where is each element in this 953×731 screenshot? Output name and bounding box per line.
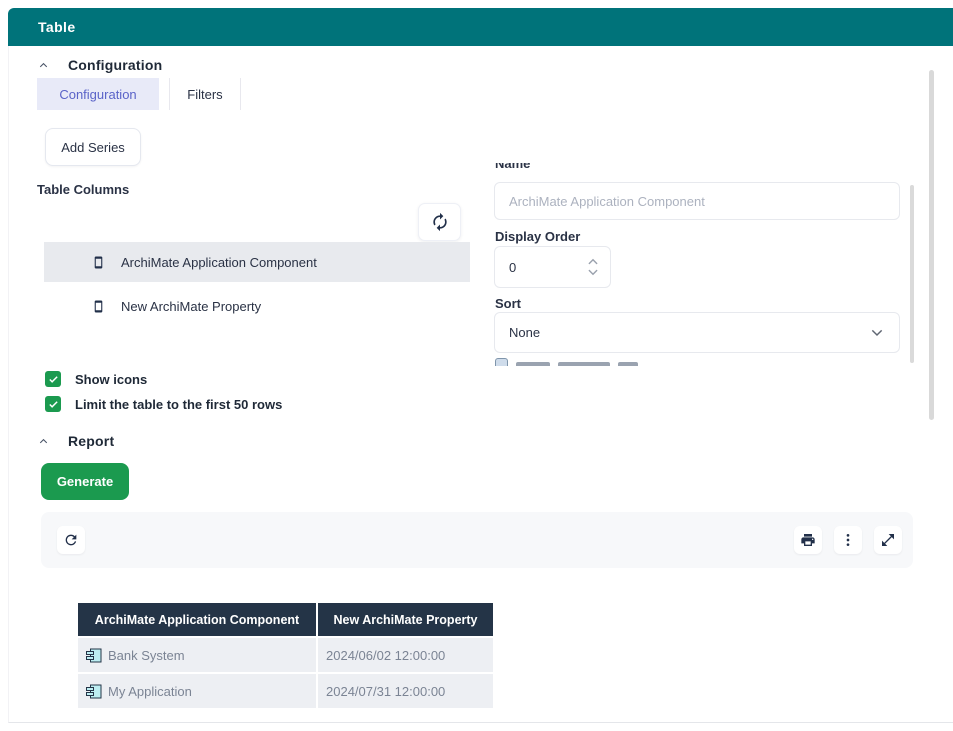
- sort-selected-value: None: [509, 325, 869, 340]
- add-series-label: Add Series: [61, 140, 125, 155]
- checkbox-checked-icon[interactable]: [45, 396, 61, 412]
- chevron-up-icon: [37, 435, 50, 448]
- column-icon: [92, 256, 105, 269]
- archimate-component-icon: [86, 648, 102, 663]
- stepper-buttons[interactable]: [586, 257, 610, 277]
- sort-label: Sort: [495, 296, 521, 311]
- table-widget-window: Table Configuration Configuration Filter…: [0, 0, 953, 731]
- window-title: Table: [38, 19, 76, 35]
- cell-property-value: 2024/07/31 12:00:00: [326, 684, 445, 699]
- report-section-header[interactable]: Report: [37, 433, 114, 449]
- chevron-up-icon: [37, 59, 50, 72]
- results-header-component[interactable]: ArchiMate Application Component: [78, 603, 316, 636]
- results-header-property[interactable]: New ArchiMate Property: [318, 603, 493, 636]
- column-list-item-label: ArchiMate Application Component: [121, 255, 317, 270]
- more-options-button[interactable]: [834, 526, 862, 554]
- sort-select[interactable]: None: [494, 312, 900, 353]
- column-list-item[interactable]: New ArchiMate Property: [44, 286, 470, 326]
- configuration-section-header[interactable]: Configuration: [37, 57, 162, 73]
- expand-icon: [880, 532, 896, 548]
- chevron-down-icon: [869, 328, 885, 338]
- page-scrollbar[interactable]: [929, 70, 934, 420]
- show-icons-label: Show icons: [75, 372, 147, 387]
- cell-component-name: Bank System: [108, 648, 185, 663]
- column-settings-panel: Name Display Order 0 Sort None: [494, 163, 902, 366]
- name-label: Name: [495, 163, 530, 171]
- configuration-section-title: Configuration: [68, 57, 162, 73]
- display-order-stepper[interactable]: 0: [494, 246, 611, 288]
- limit-rows-label: Limit the table to the first 50 rows: [75, 397, 282, 412]
- chevron-down-icon[interactable]: [586, 268, 600, 277]
- refresh-icon: [63, 532, 79, 548]
- tab-filters-label: Filters: [187, 87, 222, 102]
- sync-columns-button[interactable]: [418, 203, 461, 241]
- table-row[interactable]: Bank System 2024/06/02 12:00:00: [78, 638, 493, 672]
- print-button[interactable]: [794, 526, 822, 554]
- cell-component-name: My Application: [108, 684, 192, 699]
- table-row[interactable]: My Application 2024/07/31 12:00:00: [78, 674, 493, 708]
- results-header-row: ArchiMate Application Component New Arch…: [78, 603, 493, 636]
- report-toolbar: [41, 512, 913, 568]
- refresh-button[interactable]: [57, 526, 85, 554]
- kebab-menu-icon: [840, 532, 856, 548]
- tab-configuration-label: Configuration: [59, 87, 136, 102]
- column-list-item-label: New ArchiMate Property: [121, 299, 261, 314]
- panel-scrollbar[interactable]: [910, 185, 914, 363]
- printer-icon: [800, 532, 816, 548]
- window-header: Table: [8, 8, 953, 46]
- sync-icon: [430, 212, 450, 232]
- display-order-label: Display Order: [495, 229, 580, 244]
- show-icons-option[interactable]: Show icons: [45, 371, 147, 387]
- name-input[interactable]: [494, 182, 900, 220]
- window-content: Configuration Configuration Filters Add …: [8, 46, 953, 723]
- chevron-up-icon[interactable]: [586, 257, 600, 266]
- report-section-title: Report: [68, 433, 114, 449]
- clipped-checkbox: [495, 358, 508, 366]
- display-order-value: 0: [495, 260, 586, 275]
- cell-property-value: 2024/06/02 12:00:00: [326, 648, 445, 663]
- table-columns-label: Table Columns: [37, 182, 129, 197]
- archimate-component-icon: [86, 684, 102, 699]
- tab-configuration[interactable]: Configuration: [37, 78, 159, 110]
- tab-filters[interactable]: Filters: [169, 78, 241, 110]
- results-table: ArchiMate Application Component New Arch…: [78, 603, 493, 708]
- generate-label: Generate: [57, 474, 113, 489]
- limit-rows-option[interactable]: Limit the table to the first 50 rows: [45, 396, 282, 412]
- checkbox-checked-icon[interactable]: [45, 371, 61, 387]
- column-list-item[interactable]: ArchiMate Application Component: [44, 242, 470, 282]
- expand-button[interactable]: [874, 526, 902, 554]
- add-series-button[interactable]: Add Series: [45, 128, 141, 166]
- generate-button[interactable]: Generate: [41, 463, 129, 500]
- clipped-form-row: [495, 358, 638, 366]
- column-icon: [92, 300, 105, 313]
